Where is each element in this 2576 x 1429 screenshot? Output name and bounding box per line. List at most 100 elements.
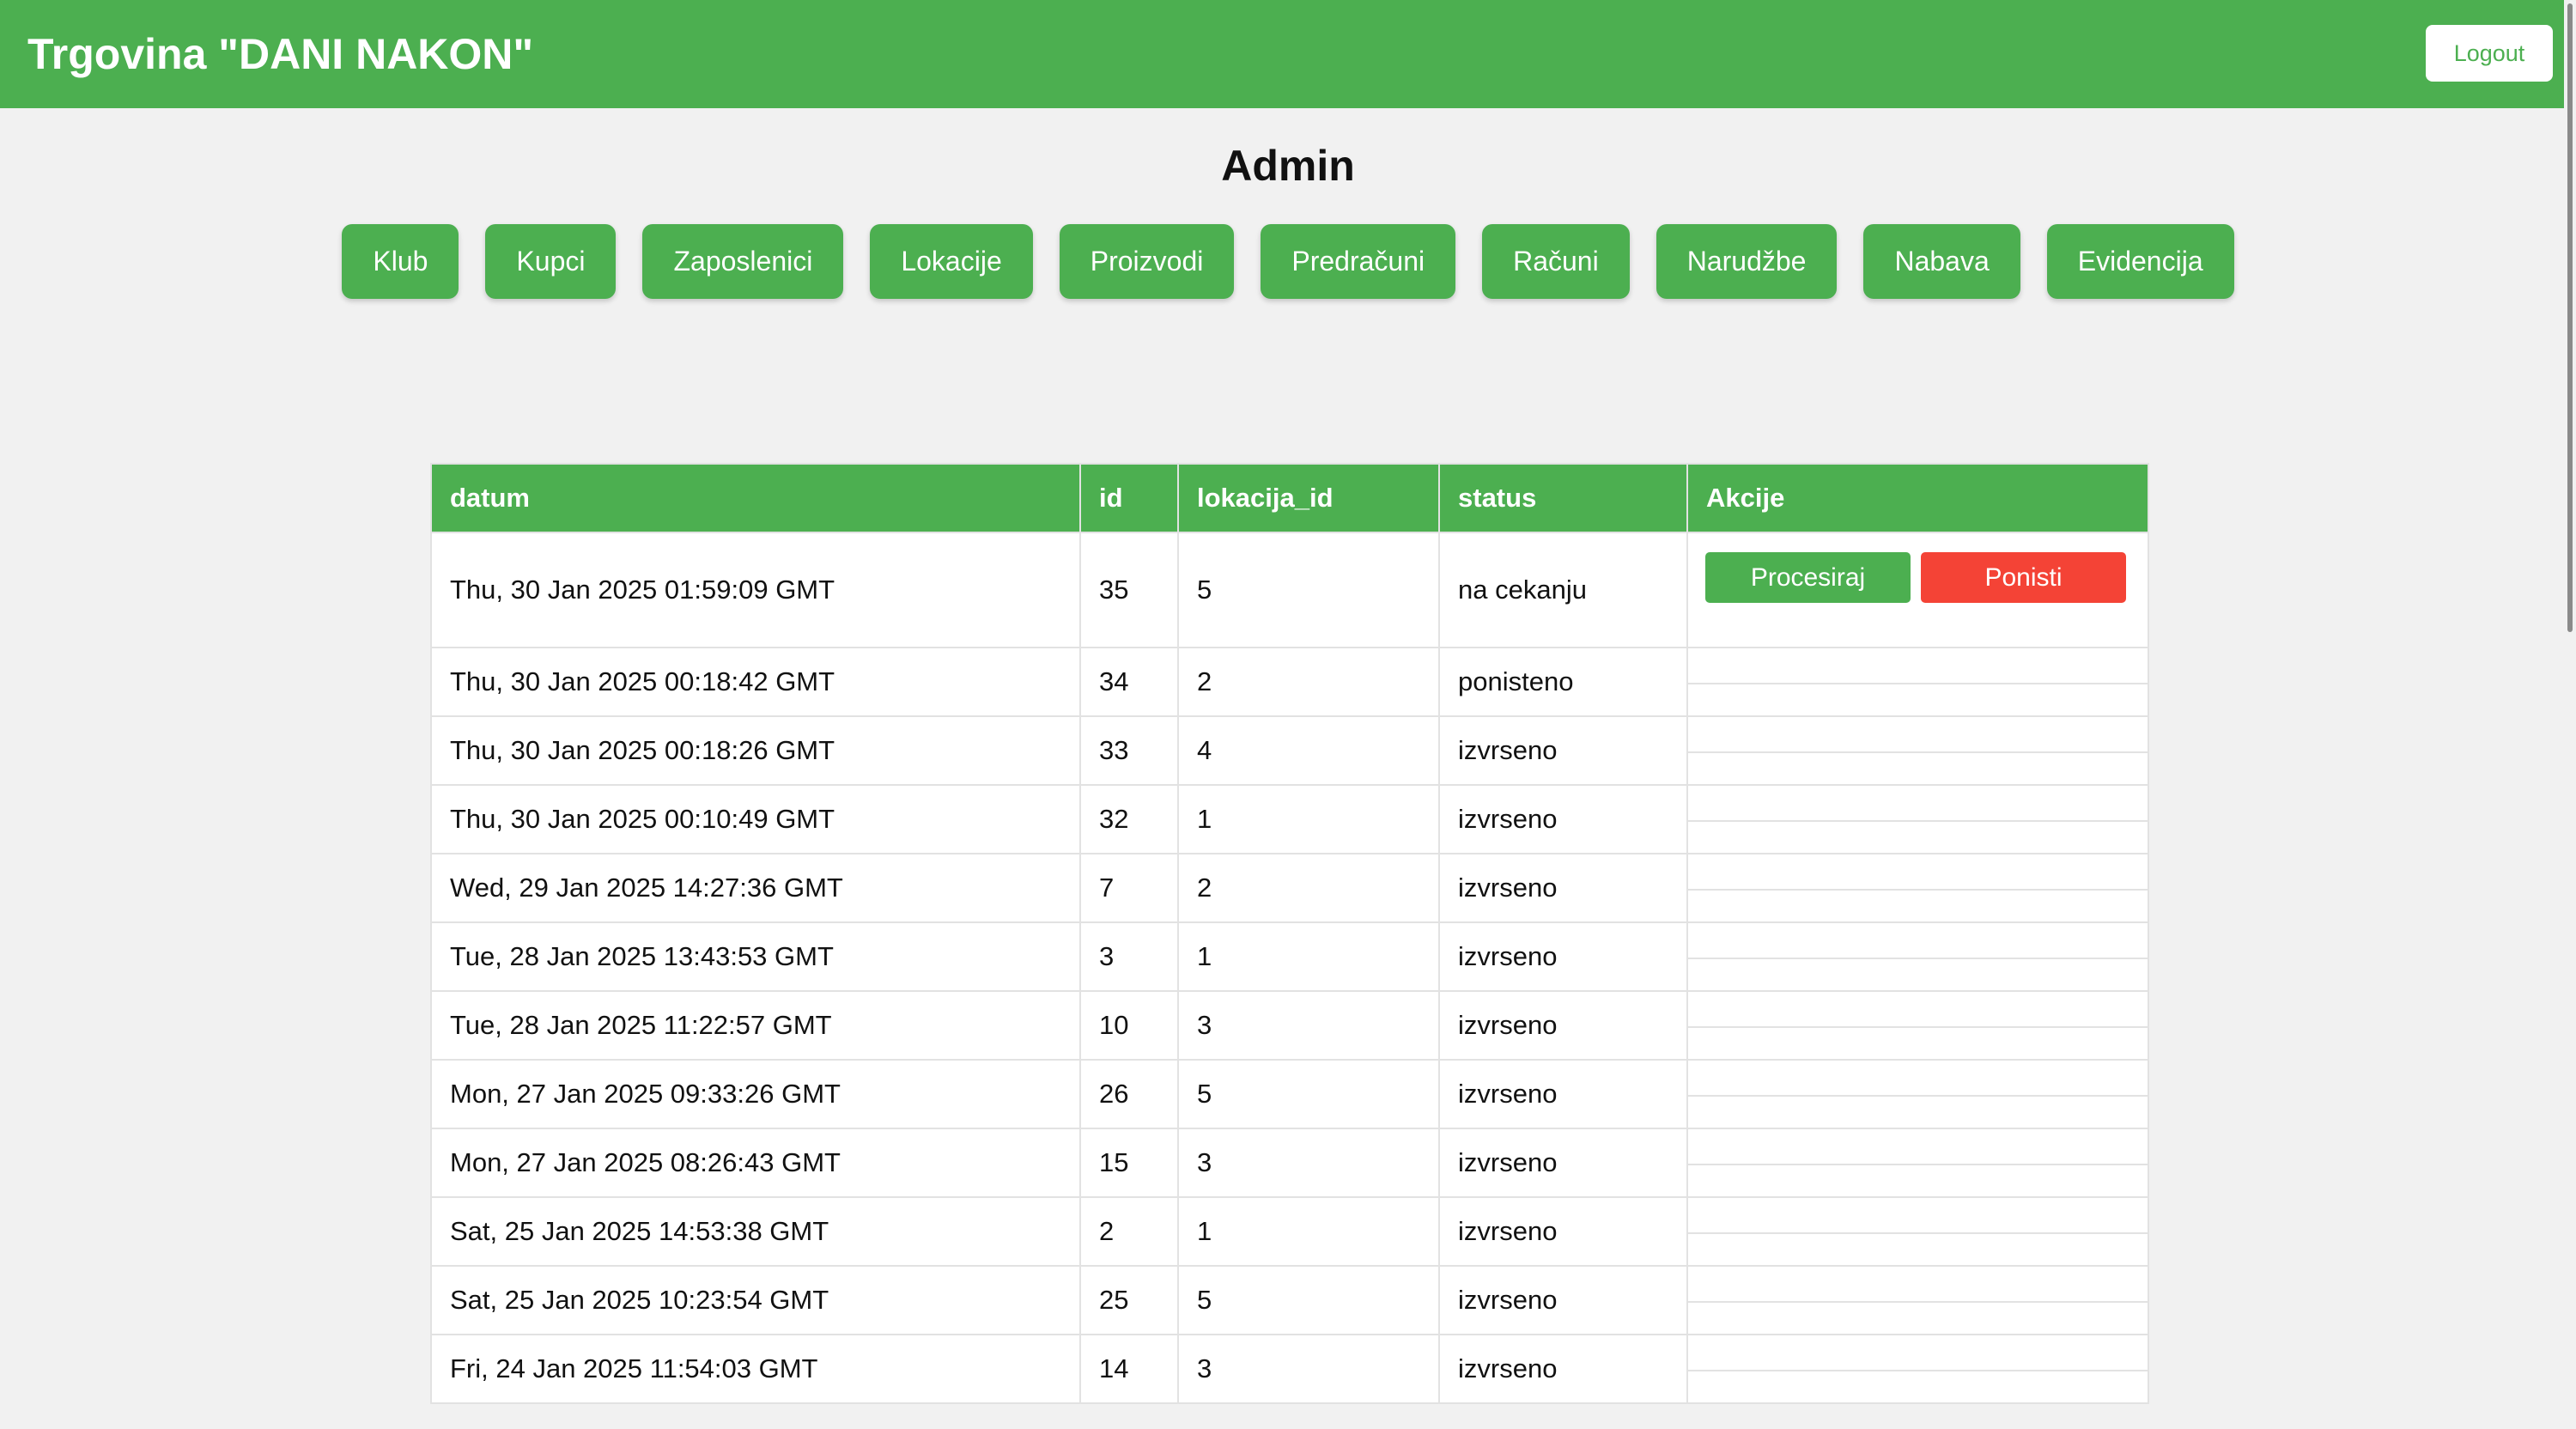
cell-datum: Mon, 27 Jan 2025 09:33:26 GMT — [430, 1059, 1081, 1129]
nav-button-evidencija[interactable]: Evidencija — [2046, 224, 2234, 299]
cell-id: 32 — [1079, 784, 1179, 854]
column-header-lokacija-id[interactable]: lokacija_id — [1177, 463, 1440, 533]
cell-status: izvrseno — [1438, 1196, 1688, 1267]
logout-button[interactable]: Logout — [2426, 25, 2553, 82]
cell-lokacija-id: 2 — [1177, 853, 1440, 923]
cell-lokacija-id: 1 — [1177, 921, 1440, 992]
nav-button-predra-uni[interactable]: Predračuni — [1261, 224, 1456, 299]
cell-actions — [1686, 784, 2149, 854]
cell-lokacija-id: 4 — [1177, 715, 1440, 786]
cell-status: na cekanju — [1438, 532, 1688, 648]
cell-datum: Thu, 30 Jan 2025 01:59:09 GMT — [430, 532, 1081, 648]
nav-button-narud-be[interactable]: Narudžbe — [1656, 224, 1838, 299]
empty-actions-box — [1688, 717, 2148, 753]
empty-actions-box — [1688, 923, 2148, 959]
cell-lokacija-id: 3 — [1177, 1128, 1440, 1198]
cell-id: 15 — [1079, 1128, 1179, 1198]
cell-actions — [1686, 1128, 2149, 1198]
cell-actions: Procesiraj Ponisti — [1686, 532, 2149, 648]
cell-id: 10 — [1079, 990, 1179, 1061]
cell-status: izvrseno — [1438, 1059, 1688, 1129]
cell-status: izvrseno — [1438, 1334, 1688, 1404]
cell-id: 25 — [1079, 1265, 1179, 1335]
cell-actions — [1686, 853, 2149, 923]
table-row: Sat, 25 Jan 2025 10:23:54 GMT 25 5 izvrseno — [430, 1265, 2149, 1335]
table-row: Tue, 28 Jan 2025 11:22:57 GMT 10 3 izvrseno — [430, 990, 2149, 1061]
cell-datum: Thu, 30 Jan 2025 00:18:42 GMT — [430, 647, 1081, 717]
cell-id: 14 — [1079, 1334, 1179, 1404]
cell-lokacija-id: 2 — [1177, 647, 1440, 717]
scrollbar-thumb[interactable] — [2567, 3, 2573, 632]
cell-datum: Thu, 30 Jan 2025 00:10:49 GMT — [430, 784, 1081, 854]
cell-id: 26 — [1079, 1059, 1179, 1129]
table-row: Mon, 27 Jan 2025 08:26:43 GMT 15 3 izvrseno — [430, 1128, 2149, 1198]
cell-lokacija-id: 5 — [1177, 1265, 1440, 1335]
table-row: Thu, 30 Jan 2025 00:10:49 GMT 32 1 izvrseno — [430, 784, 2149, 854]
table-row: Thu, 30 Jan 2025 00:18:42 GMT 34 2 ponisten… — [430, 647, 2149, 717]
column-header-id[interactable]: id — [1079, 463, 1179, 533]
table-row: Thu, 30 Jan 2025 01:59:09 GMT 35 5 na cekan… — [430, 532, 2149, 648]
cell-actions — [1686, 1196, 2149, 1267]
cell-id: 33 — [1079, 715, 1179, 786]
nav-button-lokacije[interactable]: Lokacije — [870, 224, 1033, 299]
cell-actions — [1686, 1334, 2149, 1404]
cell-status: izvrseno — [1438, 921, 1688, 992]
orders-table-wrapper: datum id lokacija_id status Akcije Thu, … — [430, 463, 2149, 1404]
cell-lokacija-id: 1 — [1177, 784, 1440, 854]
cell-lokacija-id: 3 — [1177, 1334, 1440, 1404]
empty-actions-box — [1688, 1198, 2148, 1234]
app-title: Trgovina "DANI NAKON" — [27, 30, 534, 78]
cell-lokacija-id: 1 — [1177, 1196, 1440, 1267]
cell-datum: Thu, 30 Jan 2025 00:18:26 GMT — [430, 715, 1081, 786]
column-header-status[interactable]: status — [1438, 463, 1688, 533]
cell-status: izvrseno — [1438, 990, 1688, 1061]
nav-button-nabava[interactable]: Nabava — [1863, 224, 2020, 299]
cell-id: 3 — [1079, 921, 1179, 992]
cell-id: 2 — [1079, 1196, 1179, 1267]
nav-button-proizvodi[interactable]: Proizvodi — [1059, 224, 1235, 299]
nav-button-klub[interactable]: Klub — [342, 224, 459, 299]
empty-actions-box — [1688, 1267, 2148, 1303]
cell-datum: Fri, 24 Jan 2025 11:54:03 GMT — [430, 1334, 1081, 1404]
table-row: Thu, 30 Jan 2025 00:18:26 GMT 33 4 izvrseno — [430, 715, 2149, 786]
table-row: Fri, 24 Jan 2025 11:54:03 GMT 14 3 izvrseno — [430, 1334, 2149, 1404]
cell-datum: Tue, 28 Jan 2025 11:22:57 GMT — [430, 990, 1081, 1061]
cell-lokacija-id: 5 — [1177, 532, 1440, 648]
cell-id: 35 — [1079, 532, 1179, 648]
row-actions: Procesiraj Ponisti — [1688, 533, 2148, 622]
empty-actions-box — [1688, 854, 2148, 891]
cell-actions — [1686, 1265, 2149, 1335]
empty-actions-box — [1688, 786, 2148, 822]
column-header-akcije: Akcije — [1686, 463, 2149, 533]
empty-actions-box — [1688, 1061, 2148, 1097]
nav-button-kupci[interactable]: Kupci — [485, 224, 617, 299]
cell-datum: Wed, 29 Jan 2025 14:27:36 GMT — [430, 853, 1081, 923]
empty-actions-box — [1688, 1129, 2148, 1165]
cell-status: izvrseno — [1438, 784, 1688, 854]
cell-status: izvrseno — [1438, 715, 1688, 786]
nav-button-zaposlenici[interactable]: Zaposlenici — [642, 224, 844, 299]
page-title: Admin — [1221, 142, 1355, 190]
cell-status: ponisteno — [1438, 647, 1688, 717]
table-row: Tue, 28 Jan 2025 13:43:53 GMT 3 1 izvrseno — [430, 921, 2149, 992]
cell-actions — [1686, 647, 2149, 717]
admin-nav: Klub Kupci Zaposlenici Lokacije Proizvodi Pre… — [0, 224, 2576, 299]
empty-actions-box — [1688, 1335, 2148, 1371]
cell-actions — [1686, 1059, 2149, 1129]
cell-status: izvrseno — [1438, 1128, 1688, 1198]
cell-actions — [1686, 921, 2149, 992]
table-header-row: datum id lokacija_id status Akcije — [430, 463, 2149, 533]
cell-id: 34 — [1079, 647, 1179, 717]
cell-datum: Sat, 25 Jan 2025 14:53:38 GMT — [430, 1196, 1081, 1267]
procesiraj-button[interactable]: Procesiraj — [1705, 552, 1911, 603]
column-header-datum[interactable]: datum — [430, 463, 1081, 533]
table-row: Wed, 29 Jan 2025 14:27:36 GMT 7 2 izvrseno — [430, 853, 2149, 923]
nav-button-ra-uni[interactable]: Računi — [1482, 224, 1630, 299]
cell-actions — [1686, 990, 2149, 1061]
cell-id: 7 — [1079, 853, 1179, 923]
ponisti-button[interactable]: Ponisti — [1921, 552, 2126, 603]
cell-lokacija-id: 5 — [1177, 1059, 1440, 1129]
empty-actions-box — [1688, 992, 2148, 1028]
table-row: Sat, 25 Jan 2025 14:53:38 GMT 2 1 izvrseno — [430, 1196, 2149, 1267]
empty-actions-box — [1688, 648, 2148, 684]
